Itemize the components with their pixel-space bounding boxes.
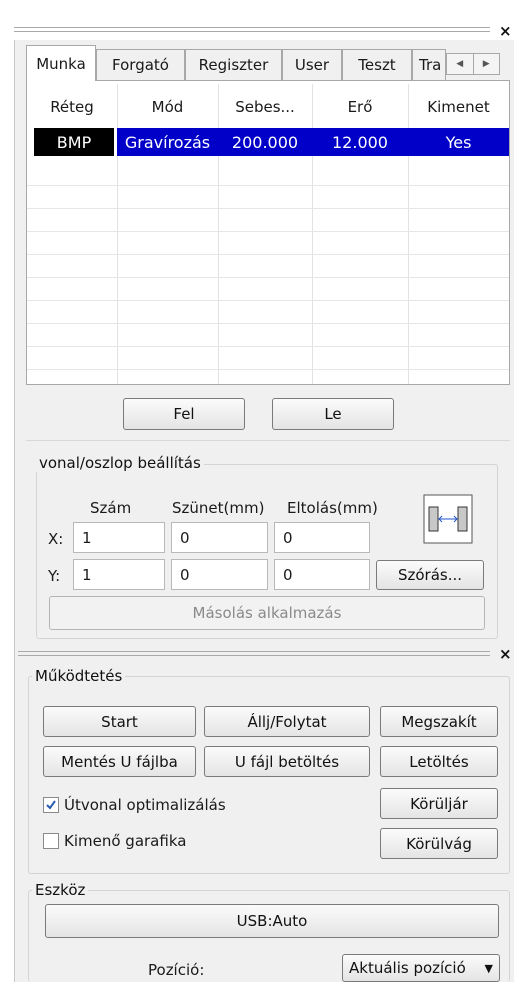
- array-settings-title: vonal/oszlop beállítás: [36, 454, 204, 472]
- y-axis-label: Y:: [48, 567, 61, 585]
- y-count-input[interactable]: 1: [73, 559, 165, 590]
- grid-line: [27, 300, 509, 301]
- column-header-power[interactable]: Erő: [312, 92, 408, 122]
- column-header-speed[interactable]: Sebes...: [218, 92, 312, 122]
- grid-line: [27, 231, 509, 232]
- x-count-input[interactable]: 1: [73, 522, 165, 553]
- output-graphics-checkbox[interactable]: [43, 833, 59, 849]
- count-header: Szám: [90, 499, 132, 517]
- cell-layer: BMP: [56, 132, 92, 152]
- y-offset-input[interactable]: 0: [274, 559, 370, 590]
- y-gap-input[interactable]: 0: [171, 559, 268, 590]
- download-button[interactable]: Letöltés: [380, 746, 498, 777]
- panel-grip[interactable]: [14, 27, 490, 28]
- arrow-right-icon[interactable]: ▶: [474, 54, 500, 74]
- arrow-left-icon[interactable]: ◀: [447, 54, 474, 74]
- device-title: Eszköz: [32, 881, 89, 899]
- usb-auto-button[interactable]: USB:Auto: [45, 904, 499, 938]
- pause-continue-button[interactable]: Állj/Folytat: [204, 706, 370, 737]
- cell-output: Yes: [445, 132, 472, 152]
- load-u-file-button[interactable]: U fájl betöltés: [204, 746, 370, 777]
- tab-scroll: ◀ ▶: [446, 53, 500, 75]
- grid-line: [27, 369, 509, 370]
- operation-title: Működtetés: [32, 667, 126, 685]
- path-optimization-label: Útvonal optimalizálás: [64, 796, 226, 814]
- grid-line: [27, 323, 509, 324]
- tab-forgato[interactable]: Forgató: [96, 49, 185, 80]
- grid-line: [27, 208, 509, 209]
- move-down-button[interactable]: Le: [272, 398, 394, 430]
- frame-cut-button[interactable]: Körülvág: [380, 828, 498, 859]
- cell-speed: 200.000: [231, 132, 299, 152]
- scatter-button[interactable]: Szórás...: [376, 560, 484, 590]
- x-axis-label: X:: [48, 530, 64, 548]
- gap-header: Szünet(mm): [172, 499, 265, 517]
- stop-button[interactable]: Megszakít: [380, 706, 498, 737]
- tab-regiszter[interactable]: Regiszter: [185, 49, 282, 80]
- chevron-down-icon: ▼: [484, 961, 493, 975]
- grid-line: [27, 277, 509, 278]
- panel-grip-line: [14, 31, 490, 32]
- layer-table: [26, 80, 510, 385]
- tab-tra[interactable]: Tra: [412, 49, 446, 80]
- offset-header: Eltolás(mm): [287, 499, 378, 517]
- apply-copy-button[interactable]: Másolás alkalmazás: [49, 596, 485, 630]
- column-header-mode[interactable]: Mód: [117, 92, 218, 122]
- column-header-output[interactable]: Kimenet: [408, 92, 509, 122]
- position-select-value: Aktuális pozíció: [349, 959, 466, 977]
- cell-mode: Gravírozás: [124, 132, 211, 152]
- position-label: Pozíció:: [148, 961, 205, 979]
- save-u-file-button[interactable]: Mentés U fájlba: [43, 746, 196, 777]
- output-graphics-label: Kimenő garafika: [64, 832, 187, 850]
- tab-munka[interactable]: Munka: [26, 45, 96, 81]
- cell-power: 12.000: [332, 132, 388, 152]
- grid-line: [27, 185, 509, 186]
- panel-grip-line: [18, 655, 490, 656]
- grid-line: [27, 346, 509, 347]
- close-icon[interactable]: ×: [499, 24, 512, 39]
- path-optimization-checkbox[interactable]: [43, 797, 59, 813]
- close-icon[interactable]: ×: [499, 647, 512, 662]
- frame-button[interactable]: Körüljár: [380, 788, 498, 819]
- position-select[interactable]: Aktuális pozíció ▼: [342, 954, 500, 982]
- move-up-button[interactable]: Fel: [123, 398, 245, 430]
- column-header-layer[interactable]: Réteg: [27, 92, 117, 122]
- divider: [26, 440, 510, 441]
- x-offset-input[interactable]: 0: [274, 522, 370, 553]
- x-gap-input[interactable]: 0: [171, 522, 268, 553]
- tab-teszt[interactable]: Teszt: [342, 49, 412, 80]
- grid-line: [27, 254, 509, 255]
- start-button[interactable]: Start: [43, 706, 196, 737]
- tab-user[interactable]: User: [282, 49, 342, 80]
- panel-grip[interactable]: [18, 651, 490, 652]
- spacing-icon: [423, 493, 473, 545]
- checkmark-icon: [46, 800, 56, 810]
